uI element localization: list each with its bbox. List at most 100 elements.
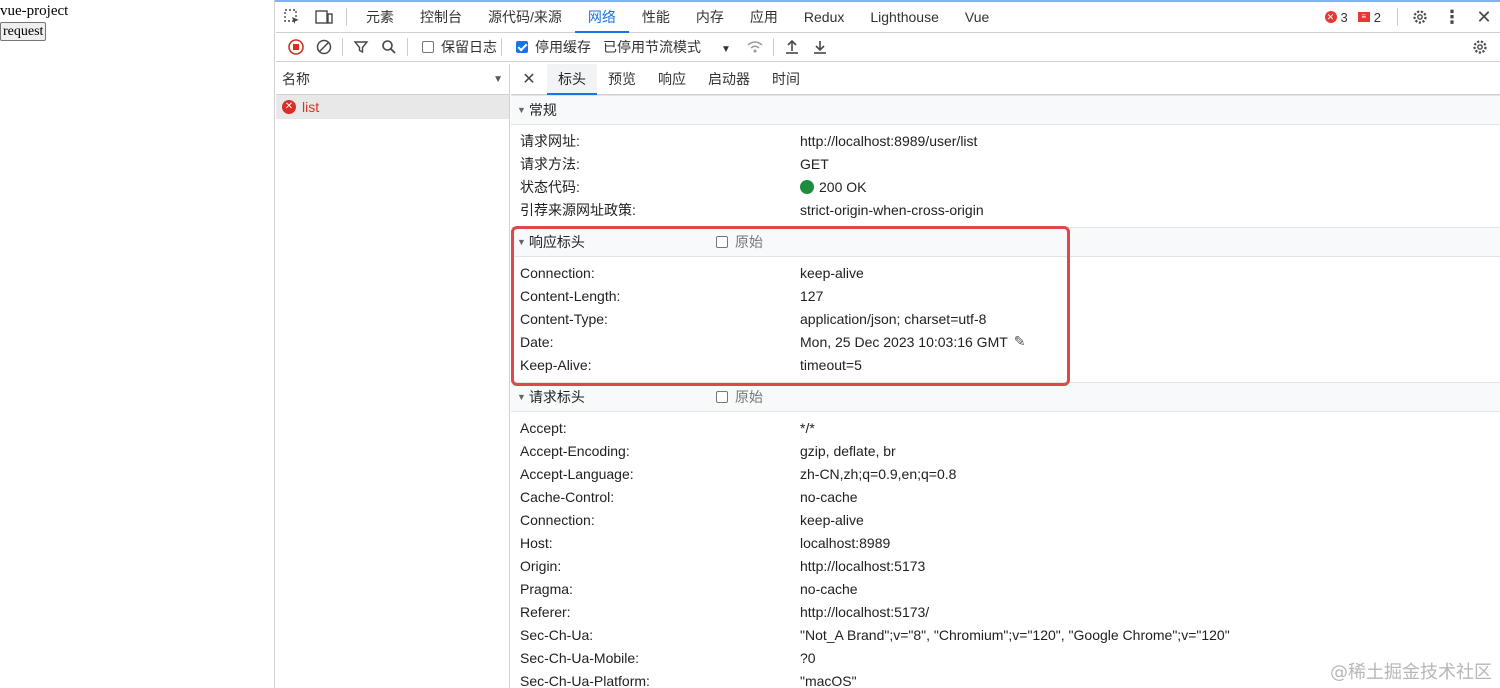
request-button[interactable]: request: [0, 22, 47, 41]
header-value[interactable]: GET: [800, 156, 829, 172]
devtools-panel: 元素 控制台 源代码/来源 网络 性能 内存 应用 Redux Lighthouse Vue ✕ 3…: [276, 2, 1500, 688]
header-value[interactable]: keep-alive: [800, 512, 864, 528]
general-section-header[interactable]: ▼ 常规: [511, 95, 1500, 125]
tab-3[interactable]: 网络: [574, 2, 629, 33]
request-headers-section-header[interactable]: ▼ 请求标头 原始: [511, 382, 1500, 412]
issues-badge[interactable]: ≡ 2: [1357, 10, 1381, 25]
header-value[interactable]: keep-alive: [800, 265, 864, 281]
header-value[interactable]: localhost:8989: [800, 535, 890, 551]
header-name: Accept-Encoding:: [520, 442, 630, 459]
checkbox-box[interactable]: [422, 41, 434, 53]
detail-tab-3[interactable]: 启动器: [697, 64, 761, 95]
detail-tab-4[interactable]: 时间: [761, 64, 811, 95]
header-value[interactable]: "macOS": [800, 673, 857, 688]
response-headers-section: Connection: keep-alive Content-Length: 127 C…: [511, 257, 1500, 382]
header-row: Origin: http://localhost:5173: [511, 554, 1500, 577]
preserve-log-checkbox[interactable]: 保留日志: [422, 37, 497, 57]
header-value-text: http://localhost:5173: [800, 557, 926, 574]
header-value-text: "Not_A Brand";v="8", "Chromium";v="120",…: [800, 626, 1230, 643]
detail-tab-1[interactable]: 预览: [597, 64, 647, 95]
response-headers-section-header[interactable]: ▼ 响应标头 原始: [511, 227, 1500, 257]
detail-tab-0[interactable]: 标头: [547, 64, 597, 95]
more-options-icon[interactable]: ⋮: [1436, 2, 1468, 33]
header-value[interactable]: gzip, deflate, br: [800, 443, 896, 459]
header-value-text: no-cache: [800, 488, 858, 505]
raw-checkbox[interactable]: [716, 236, 728, 248]
tab-2[interactable]: 源代码/来源: [475, 2, 575, 33]
collapse-triangle-icon: ▼: [517, 392, 526, 402]
export-har-icon[interactable]: [806, 33, 834, 61]
header-value[interactable]: application/json; charset=utf-8: [800, 311, 986, 327]
header-name: Content-Length:: [520, 287, 621, 304]
tab-7[interactable]: Redux: [791, 2, 857, 33]
header-row: 请求网址: http://localhost:8989/user/list: [511, 129, 1500, 152]
import-har-icon[interactable]: [778, 33, 806, 61]
watermark: @稀土掘金技术社区: [1330, 662, 1492, 683]
close-detail-icon[interactable]: ✕: [511, 64, 547, 95]
tabbar-divider: [1397, 8, 1398, 26]
header-value-text: zh-CN,zh;q=0.9,en;q=0.8: [800, 465, 957, 482]
collapse-triangle-icon: ▼: [517, 237, 526, 247]
tab-9[interactable]: Vue: [952, 2, 1002, 33]
header-value-text: keep-alive: [800, 264, 864, 281]
device-toolbar-icon[interactable]: [308, 2, 340, 33]
header-value[interactable]: http://localhost:5173: [800, 558, 925, 574]
clear-icon[interactable]: [310, 33, 338, 61]
header-row: 请求方法: GET: [511, 152, 1500, 175]
header-value[interactable]: http://localhost:8989/user/list: [800, 133, 977, 149]
header-value[interactable]: timeout=5: [800, 357, 862, 373]
tab-0[interactable]: 元素: [353, 2, 407, 33]
errors-badge[interactable]: ✕ 3: [1324, 10, 1348, 25]
filter-icon[interactable]: [347, 33, 375, 61]
disable-cache-checkbox[interactable]: 停用缓存: [516, 37, 591, 57]
network-settings-icon[interactable]: [1466, 33, 1494, 61]
inspect-element-icon[interactable]: [276, 2, 308, 33]
network-conditions-icon[interactable]: [741, 33, 769, 61]
name-column-header[interactable]: 名称 ▼: [276, 64, 509, 95]
name-column-label: 名称: [282, 71, 310, 87]
header-value[interactable]: 200 OK: [800, 179, 866, 195]
header-name: Referer:: [520, 603, 571, 620]
header-name: 引荐来源网址政策:: [520, 201, 636, 218]
header-value[interactable]: "Not_A Brand";v="8", "Chromium";v="120",…: [800, 627, 1230, 643]
header-row: Sec-Ch-Ua: "Not_A Brand";v="8", "Chromium…: [511, 623, 1500, 646]
detail-tab-2[interactable]: 响应: [647, 64, 697, 95]
throttle-value: 已停用节流模式: [603, 39, 701, 55]
record-stop-icon[interactable]: [282, 33, 310, 61]
tab-5[interactable]: 内存: [683, 2, 737, 33]
tab-8[interactable]: Lighthouse: [857, 2, 952, 33]
raw-toggle[interactable]: 原始: [716, 387, 763, 407]
collapse-triangle-icon: ▼: [517, 105, 526, 115]
search-icon[interactable]: [375, 33, 403, 61]
header-value-text: http://localhost:5173/: [800, 603, 930, 620]
edit-pencil-icon[interactable]: ✎: [1014, 333, 1026, 350]
header-row: Cache-Control: no-cache: [511, 485, 1500, 508]
header-value-text: */*: [800, 419, 815, 436]
header-value[interactable]: ?0: [800, 650, 816, 666]
header-row: Date: Mon, 25 Dec 2023 10:03:16 GMT ✎: [511, 330, 1500, 353]
header-value[interactable]: no-cache: [800, 489, 858, 505]
header-value[interactable]: http://localhost:5173/: [800, 604, 929, 620]
header-row: 状态代码: 200 OK: [511, 175, 1500, 198]
header-row: Connection: keep-alive: [511, 261, 1500, 284]
tab-1[interactable]: 控制台: [407, 2, 475, 33]
header-value[interactable]: 127: [800, 288, 823, 304]
close-devtools-icon[interactable]: ✕: [1468, 2, 1500, 33]
header-value[interactable]: */*: [800, 420, 815, 436]
header-value[interactable]: Mon, 25 Dec 2023 10:03:16 GMT ✎: [800, 333, 1026, 350]
error-icon: ✕: [1324, 11, 1337, 23]
settings-gear-icon[interactable]: [1404, 2, 1436, 33]
tab-6[interactable]: 应用: [737, 2, 791, 33]
checkbox-box-checked[interactable]: [516, 41, 528, 53]
request-row-list[interactable]: ✕ list: [276, 95, 509, 119]
status-ok-icon: [800, 179, 814, 194]
throttle-select[interactable]: 已停用节流模式 ▼: [603, 37, 731, 57]
header-value[interactable]: strict-origin-when-cross-origin: [800, 202, 984, 218]
tab-4[interactable]: 性能: [629, 2, 683, 33]
header-name: Host:: [520, 534, 553, 551]
raw-checkbox[interactable]: [716, 391, 728, 403]
header-value[interactable]: no-cache: [800, 581, 858, 597]
header-row: Content-Length: 127: [511, 284, 1500, 307]
raw-toggle[interactable]: 原始: [716, 232, 763, 252]
header-value[interactable]: zh-CN,zh;q=0.9,en;q=0.8: [800, 466, 956, 482]
